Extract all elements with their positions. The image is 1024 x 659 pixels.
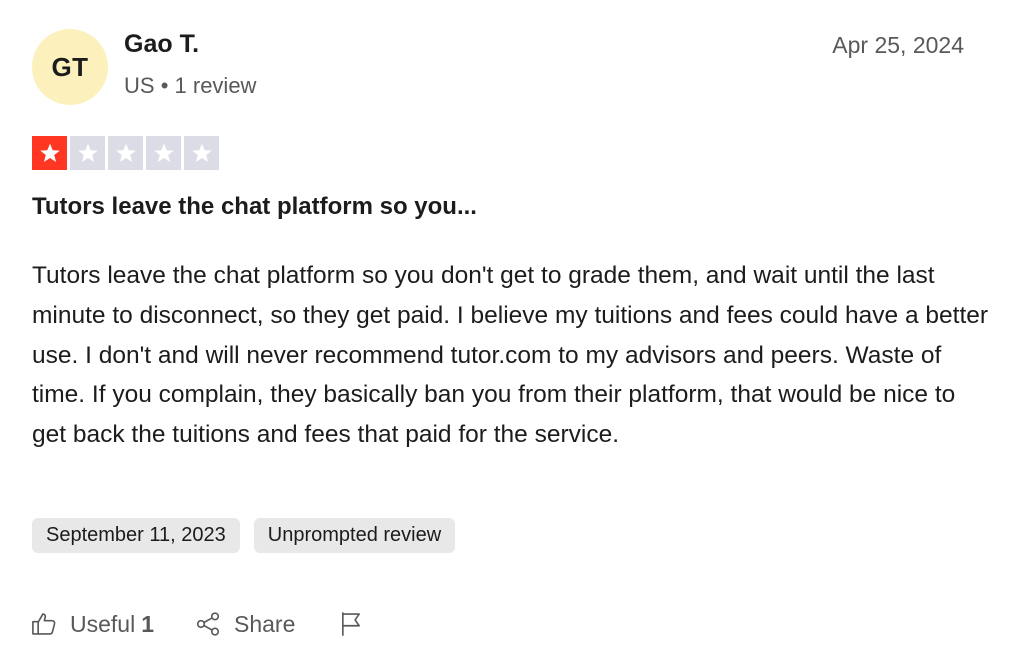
star-rating xyxy=(32,136,219,170)
star-filled-icon xyxy=(32,136,67,170)
reviewer-country: US xyxy=(124,73,155,98)
unprompted-review-tag: Unprompted review xyxy=(253,518,456,553)
review-tags: September 11, 2023 Unprompted review xyxy=(32,518,456,553)
star-empty-icon xyxy=(108,136,143,170)
review-date: Apr 25, 2024 xyxy=(832,32,964,58)
useful-button[interactable]: Useful 1 xyxy=(30,610,154,638)
review-title[interactable]: Tutors leave the chat platform so you... xyxy=(32,193,477,221)
flag-icon xyxy=(342,612,361,636)
avatar[interactable]: GT xyxy=(32,29,108,105)
star-empty-icon xyxy=(70,136,105,170)
useful-count: 1 xyxy=(141,610,154,637)
reviewer-meta: US • 1 review xyxy=(124,73,256,99)
reviewer-name[interactable]: Gao T. xyxy=(124,30,199,59)
share-label: Share xyxy=(234,610,296,637)
thumbs-up-icon xyxy=(32,613,56,635)
star-empty-icon xyxy=(184,136,219,170)
reviewer-review-count: 1 review xyxy=(174,73,257,98)
useful-label: Useful xyxy=(70,610,136,637)
review-card: GT Gao T. US • 1 review Apr 25, 2024 Tut… xyxy=(0,0,1024,659)
share-button[interactable]: Share xyxy=(194,610,295,638)
review-body: Tutors leave the chat platform so you do… xyxy=(32,262,989,449)
report-button[interactable] xyxy=(337,610,365,638)
experience-date-tag: September 11, 2023 xyxy=(32,518,240,553)
share-icon xyxy=(196,612,220,636)
star-empty-icon xyxy=(146,136,181,170)
avatar-initials: GT xyxy=(51,51,89,82)
review-actions: Useful 1 Share xyxy=(30,606,365,642)
meta-separator: • xyxy=(160,73,169,98)
